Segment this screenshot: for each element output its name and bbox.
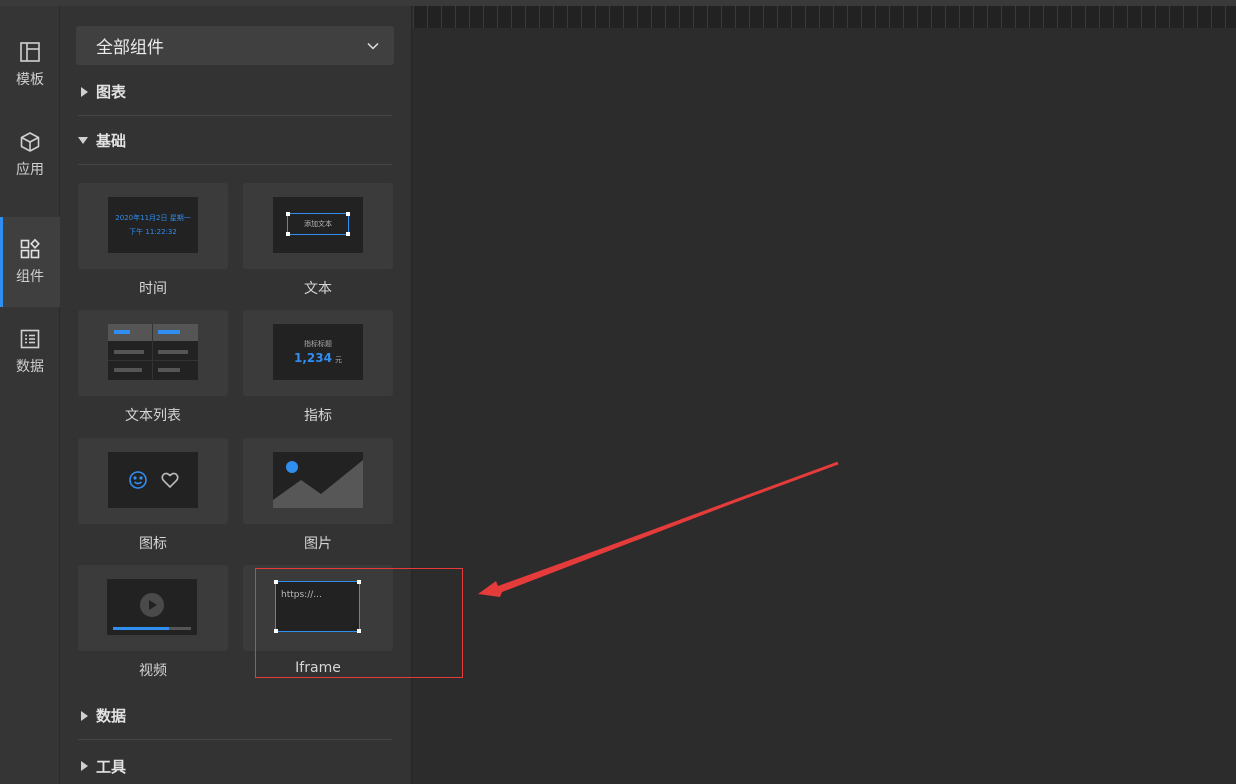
rail-item-label: 数据 — [16, 359, 44, 375]
component-card-label: 图标 — [139, 536, 167, 552]
video-preview — [107, 579, 197, 635]
caret-right-icon — [81, 710, 88, 721]
text-preview: 添加文本 — [273, 197, 363, 253]
group-data[interactable]: 数据 — [78, 692, 392, 740]
caret-right-icon — [81, 761, 88, 771]
rail-item-label: 应用 — [16, 162, 44, 178]
component-card-label: 文本列表 — [125, 408, 181, 424]
component-card-text-list[interactable] — [78, 310, 228, 396]
time-preview-date: 2020年11月2日 星期一 — [115, 214, 191, 222]
list-preview-bar — [158, 330, 180, 334]
horizontal-ruler — [413, 6, 1236, 28]
list-preview-bar — [158, 350, 188, 354]
heart-icon — [161, 472, 179, 489]
cube-icon — [20, 132, 40, 152]
list-preview-bar — [114, 368, 142, 372]
list-preview-divider — [152, 324, 153, 380]
list-preview-bar — [114, 330, 130, 334]
component-card-label: 图片 — [304, 536, 332, 552]
editor-canvas[interactable] — [413, 28, 1236, 784]
metric-preview-value-row: 1,234 元 — [294, 351, 342, 365]
component-card-label: 文本 — [304, 281, 332, 297]
rail-item-data[interactable]: 数据 — [0, 307, 60, 397]
component-card-text[interactable]: 添加文本 — [243, 183, 393, 269]
chevron-down-icon — [367, 42, 379, 50]
data-list-icon — [20, 329, 40, 349]
group-chart[interactable]: 图表 — [78, 68, 392, 116]
time-preview: 2020年11月2日 星期一 下午 11:22:32 — [108, 197, 198, 253]
video-progress-fill — [113, 627, 169, 630]
component-card-label: Iframe — [295, 660, 341, 676]
component-card-icon[interactable] — [78, 438, 228, 524]
component-card-video[interactable] — [78, 565, 228, 651]
resize-handle — [286, 212, 290, 216]
component-card-metric[interactable]: 指标标题 1,234 元 — [243, 310, 393, 396]
rail-item-label: 模板 — [16, 72, 44, 88]
component-card-label: 指标 — [304, 408, 332, 424]
components-icon — [20, 238, 40, 259]
metric-preview-value: 1,234 — [294, 351, 332, 365]
components-panel: 全部组件 图表 基础 2020年11月2日 星期一 下午 11:22:32 时间… — [60, 6, 412, 784]
category-select[interactable]: 全部组件 — [76, 26, 394, 65]
list-preview-rule — [108, 360, 198, 361]
play-icon — [140, 593, 164, 617]
metric-preview-unit: 元 — [334, 356, 342, 364]
image-preview — [273, 452, 363, 508]
text-preview-box: 添加文本 — [286, 212, 350, 236]
image-placeholder-icon — [273, 460, 363, 508]
component-card-label: 时间 — [139, 281, 167, 297]
resize-handle — [286, 232, 290, 236]
resize-handle — [346, 212, 350, 216]
caret-right-icon — [81, 86, 88, 97]
text-list-preview — [108, 324, 198, 380]
group-basic-label: 基础 — [96, 132, 127, 150]
time-preview-clock: 下午 11:22:32 — [129, 228, 177, 236]
template-icon — [20, 42, 40, 62]
rail-item-app[interactable]: 应用 — [0, 110, 60, 200]
rail-item-label: 组件 — [16, 269, 44, 285]
list-preview-bar — [158, 368, 180, 372]
caret-down-icon — [78, 137, 88, 144]
group-data-label: 数据 — [96, 707, 127, 725]
metric-preview-title: 指标标题 — [304, 340, 332, 348]
group-basic[interactable]: 基础 — [78, 117, 392, 165]
left-rail: 模板 应用 组件 数据 — [0, 6, 60, 784]
smile-icon — [129, 471, 147, 489]
group-chart-label: 图表 — [96, 83, 127, 101]
component-card-label: 视频 — [139, 663, 167, 679]
resize-handle — [357, 580, 361, 584]
resize-handle — [274, 580, 278, 584]
rail-item-template[interactable]: 模板 — [0, 20, 60, 110]
list-preview-bar — [114, 350, 144, 354]
component-card-time[interactable]: 2020年11月2日 星期一 下午 11:22:32 — [78, 183, 228, 269]
iframe-preview-url: https://... — [281, 590, 322, 600]
resize-handle — [274, 629, 278, 633]
category-select-value: 全部组件 — [96, 38, 164, 58]
metric-preview: 指标标题 1,234 元 — [273, 324, 363, 380]
group-tools[interactable]: 工具 — [78, 742, 392, 784]
resize-handle — [357, 629, 361, 633]
icon-preview — [108, 452, 198, 508]
rail-item-components[interactable]: 组件 — [0, 217, 60, 307]
component-card-iframe[interactable]: https://... — [243, 565, 393, 651]
resize-handle — [346, 232, 350, 236]
text-preview-label: 添加文本 — [304, 220, 332, 228]
app-root: 模板 应用 组件 数据 全部组件 图表 基础 2020年11月2日 星期一 下午… — [0, 0, 1236, 784]
group-tools-label: 工具 — [96, 757, 127, 776]
component-card-image[interactable] — [243, 438, 393, 524]
iframe-preview: https://... — [274, 580, 361, 633]
